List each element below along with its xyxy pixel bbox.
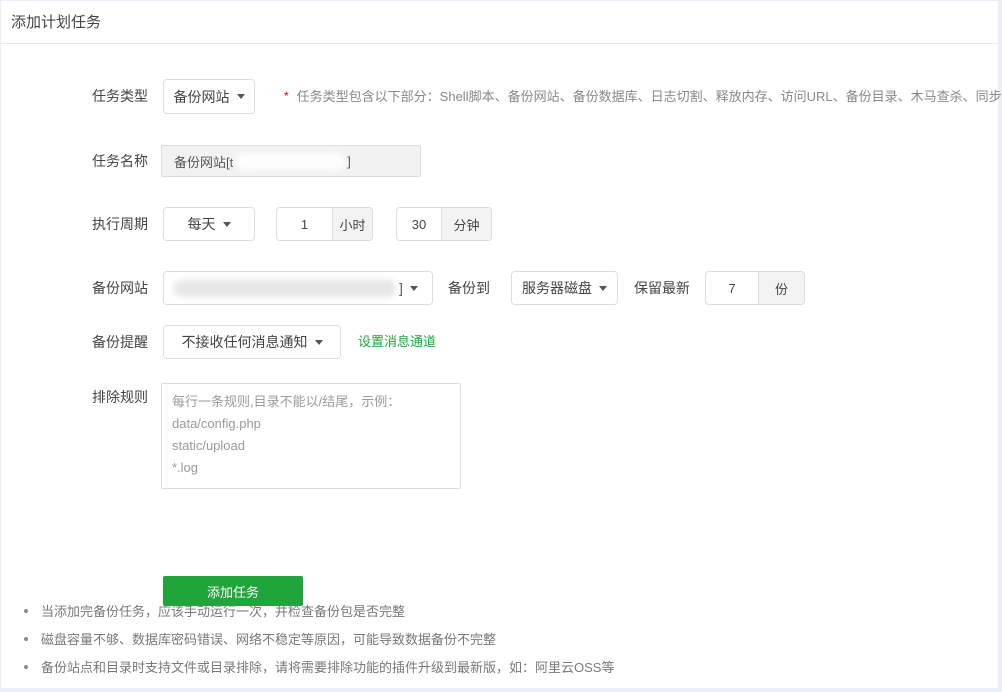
- cycle-hour-unit: 小时: [332, 208, 372, 240]
- tip-text: 当添加完备份任务，应该手动运行一次，并检查备份包是否完整: [41, 604, 405, 619]
- list-item: 当添加完备份任务，应该手动运行一次，并检查备份包是否完整: [1, 603, 998, 620]
- chevron-down-icon: [237, 94, 245, 99]
- backup-site-label: 备份网站: [1, 271, 148, 305]
- cycle-period-value: 每天: [188, 214, 216, 234]
- tip-text: 磁盘容量不够、数据库密码错误、网络不稳定等原因，可能导致数据备份不完整: [41, 632, 496, 647]
- task-type-note-text: 任务类型包含以下部分：Shell脚本、备份网站、备份数据库、日志切割、释放内存、…: [297, 89, 1002, 104]
- cycle-minute-unit: 分钟: [441, 208, 491, 240]
- task-name-value-suffix: ]: [347, 154, 351, 169]
- notify-value: 不接收任何消息通知: [182, 332, 308, 352]
- task-name-input[interactable]: 备份网站[t ]: [161, 145, 421, 177]
- keep-latest-label: 保留最新: [634, 271, 690, 305]
- task-name-value-prefix: 备份网站[t: [174, 152, 233, 171]
- cycle-minute-group: 分钟: [396, 207, 492, 241]
- add-cron-task-panel: 添加计划任务 任务类型 备份网站 *任务类型包含以下部分：Shell脚本、备份网…: [1, 1, 998, 688]
- task-name-label: 任务名称: [1, 145, 148, 177]
- keep-count-input[interactable]: [706, 272, 758, 304]
- notify-select[interactable]: 不接收任何消息通知: [163, 325, 341, 359]
- bullet-icon: [24, 609, 28, 613]
- task-type-note: * 任务类型包含以下部分：Shell脚本、备份网站、备份数据库、日志切割、释放内存…: [284, 79, 1002, 114]
- backup-to-select[interactable]: 服务器磁盘: [511, 271, 618, 305]
- setup-message-channel-link[interactable]: 设置消息通道: [358, 325, 436, 359]
- list-item: 备份站点和目录时支持文件或目录排除，请将需要排除功能的插件升级到最新版，如：阿里…: [1, 659, 998, 676]
- backup-to-value: 服务器磁盘: [522, 278, 592, 298]
- chevron-down-icon: [599, 286, 607, 291]
- cycle-minute-input[interactable]: [397, 208, 441, 240]
- page-title: 添加计划任务: [1, 1, 998, 44]
- task-type-select[interactable]: 备份网站: [163, 79, 255, 114]
- bullet-icon: [24, 665, 28, 669]
- chevron-down-icon: [223, 222, 231, 227]
- backup-site-value-suffix: ]: [399, 280, 403, 296]
- redacted-site-name: [235, 153, 345, 170]
- list-item: 磁盘容量不够、数据库密码错误、网络不稳定等原因，可能导致数据备份不完整: [1, 631, 998, 648]
- backup-site-select[interactable]: ]: [163, 271, 433, 305]
- chevron-down-icon: [410, 286, 418, 291]
- cycle-hour-group: 小时: [276, 207, 373, 241]
- exclude-label: 排除规则: [1, 385, 148, 409]
- task-type-label: 任务类型: [1, 79, 148, 114]
- redacted-site-value: [174, 280, 396, 297]
- chevron-down-icon: [315, 340, 323, 345]
- cycle-label: 执行周期: [1, 207, 148, 241]
- task-type-select-value: 备份网站: [174, 87, 230, 107]
- keep-count-unit: 份: [758, 272, 804, 304]
- exclude-rules-textarea[interactable]: [161, 383, 461, 489]
- add-task-button[interactable]: 添加任务: [163, 576, 303, 606]
- cycle-period-select[interactable]: 每天: [163, 207, 255, 241]
- notify-label: 备份提醒: [1, 325, 148, 359]
- cycle-hour-input[interactable]: [277, 208, 332, 240]
- panel-header: 添加计划任务: [1, 1, 998, 44]
- backup-to-label: 备份到: [448, 271, 490, 305]
- required-asterisk: *: [284, 89, 289, 103]
- tip-text: 备份站点和目录时支持文件或目录排除，请将需要排除功能的插件升级到最新版，如：阿里…: [41, 660, 614, 675]
- keep-count-group: 份: [705, 271, 805, 305]
- tips-list: 当添加完备份任务，应该手动运行一次，并检查备份包是否完整 磁盘容量不够、数据库密…: [1, 603, 998, 687]
- bullet-icon: [24, 637, 28, 641]
